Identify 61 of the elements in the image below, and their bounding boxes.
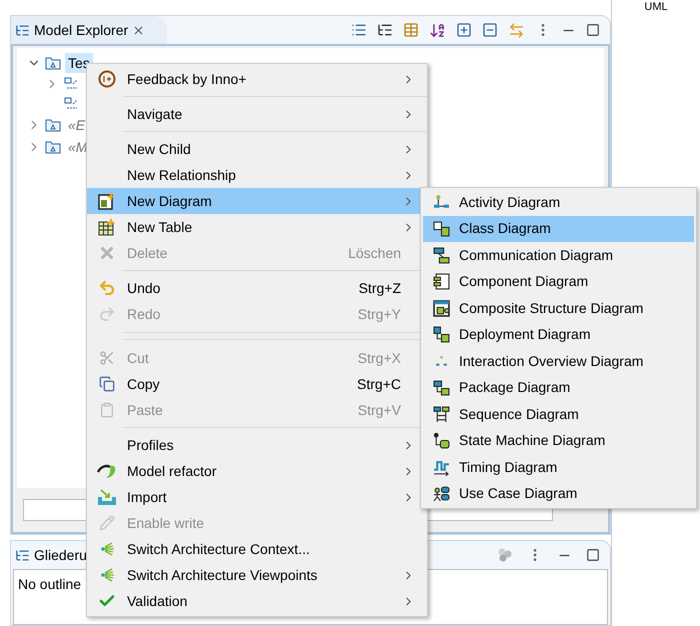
delete-icon (98, 244, 116, 262)
menu-item[interactable]: Use Case Diagram (423, 480, 694, 507)
menu-item[interactable]: Validation (87, 588, 427, 614)
circles-icon (497, 548, 513, 562)
close-icon[interactable] (132, 24, 146, 36)
maximize-icon[interactable] (586, 548, 600, 562)
menu-item[interactable]: Sequence Diagram (423, 401, 694, 428)
copy-icon (99, 376, 115, 392)
diagram-type-icon (432, 246, 450, 264)
tab-title: Model Explorer (34, 20, 128, 40)
package-icon (45, 140, 61, 154)
tree-item[interactable]: «E (65, 115, 88, 135)
redo-icon (98, 305, 116, 323)
package-icon (45, 56, 61, 70)
diagram-type-icon (432, 485, 450, 502)
menu-item[interactable]: New Child (87, 136, 427, 162)
menu-item[interactable]: Component Diagram (423, 268, 694, 295)
new-table-icon (98, 218, 116, 236)
import-icon (97, 488, 117, 506)
menu-item[interactable]: Navigate (87, 101, 427, 127)
tab-title: Gliederu (34, 546, 87, 564)
uml-label: UML (644, 2, 668, 13)
burst-icon (99, 541, 115, 557)
clipboard-icon (99, 402, 115, 418)
explorer-tab[interactable]: Model Explorer (11, 16, 168, 44)
diagram-type-icon (432, 432, 450, 450)
new-diagram-icon (98, 192, 116, 210)
maximize-icon[interactable] (586, 23, 600, 37)
diagram-type-icon (432, 379, 450, 396)
diagram-type-icon (432, 273, 450, 290)
pencil-icon (99, 515, 115, 531)
diagram-type-icon (432, 194, 450, 211)
tree-icon (15, 22, 30, 38)
outline-message: No outline (18, 575, 82, 594)
menu-item[interactable]: State Machine Diagram (423, 428, 694, 454)
menu-item[interactable]: Package Diagram (423, 374, 694, 401)
menu-item[interactable]: Interaction Overview Diagram (423, 348, 694, 374)
menu-item[interactable]: Timing Diagram (423, 454, 694, 480)
expand-all-icon[interactable] (456, 22, 472, 38)
table-icon[interactable] (403, 22, 419, 38)
diagram-type-icon (432, 326, 450, 344)
diagram-type-icon (432, 406, 450, 423)
tree-icon[interactable] (377, 22, 393, 38)
collapse-all-icon[interactable] (482, 22, 498, 38)
undo-icon (98, 279, 116, 297)
list-icon[interactable] (351, 22, 367, 38)
sort-icon[interactable] (429, 22, 446, 38)
diagram-type-icon (432, 220, 450, 238)
burst-icon (99, 567, 115, 583)
diagram-type-icon (432, 300, 450, 317)
menu-item[interactable]: Composite Structure Diagram (423, 295, 694, 322)
menu-item[interactable]: Deployment Diagram (423, 322, 694, 348)
menu-item[interactable]: Class Diagram (423, 216, 694, 242)
outline-icon (15, 548, 30, 562)
package-icon (45, 118, 61, 132)
diagram-type-icon (432, 458, 450, 476)
feedback-icon (98, 70, 116, 88)
menu-item[interactable]: New Relationship (87, 162, 427, 188)
menu-item[interactable]: Communication Diagram (423, 242, 694, 268)
scissors-icon (99, 350, 115, 366)
swoosh-icon (97, 463, 117, 479)
